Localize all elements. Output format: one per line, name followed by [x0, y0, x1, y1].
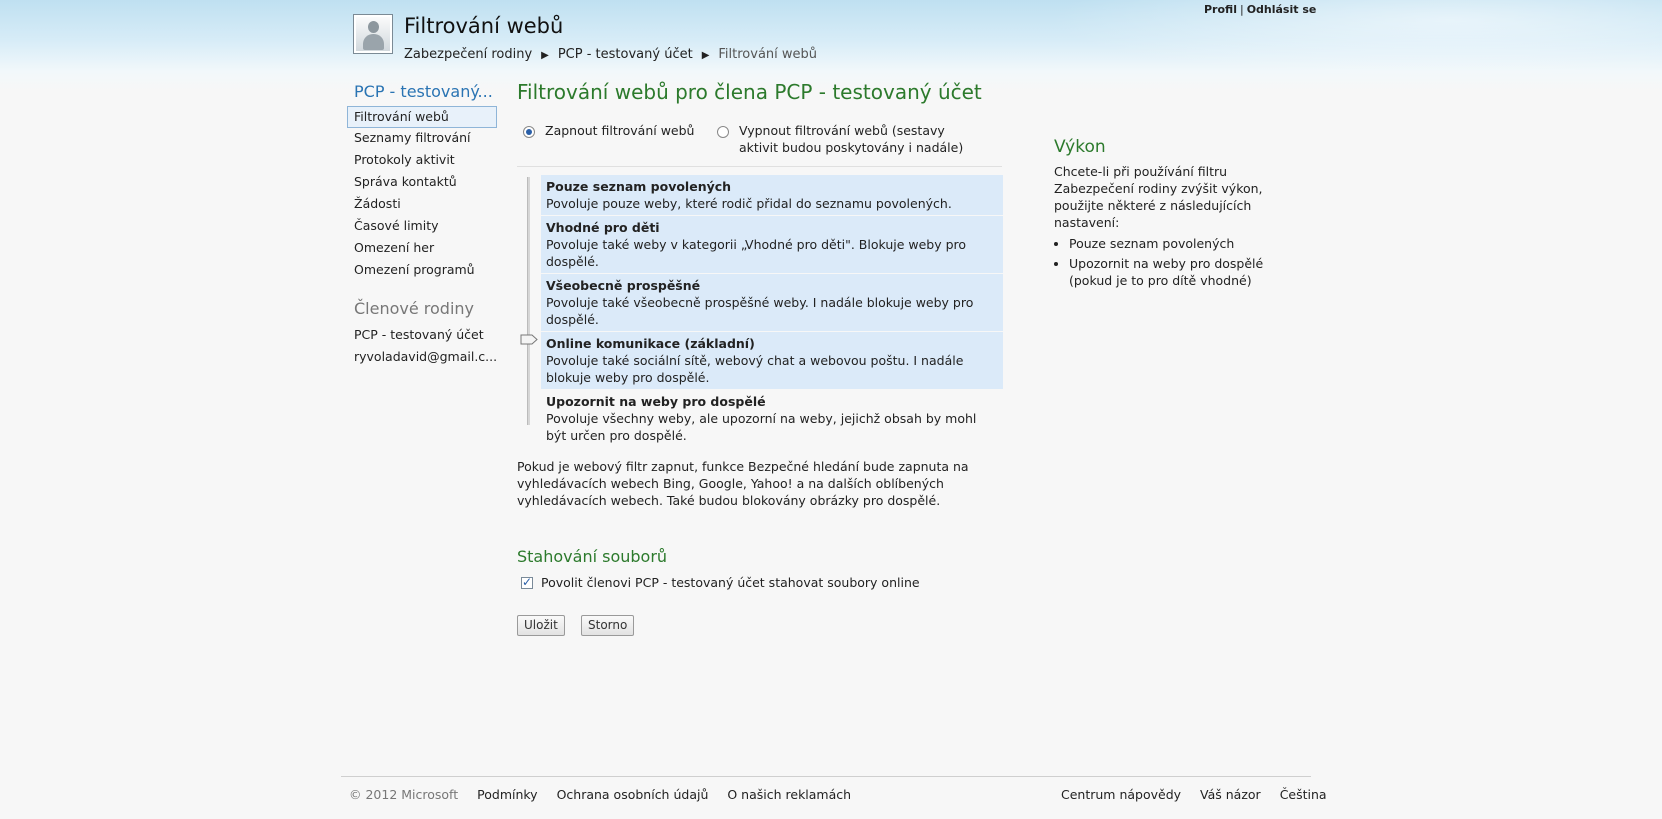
breadcrumb-arrow-icon: ▶ [701, 50, 710, 61]
cancel-button[interactable]: Storno [581, 615, 635, 636]
level-description: Povoluje pouze weby, které rodič přidal … [546, 196, 952, 211]
breadcrumb-account[interactable]: PCP - testovaný účet [558, 47, 693, 62]
footer-right: Centrum nápovědy Váš názor Čeština [1061, 787, 1327, 802]
level-online-communication[interactable]: Online komunikace (základní) Povoluje ta… [541, 332, 1003, 389]
level-description: Povoluje všechny weby, ale upozorní na w… [546, 411, 977, 443]
footer-left: © 2012 Microsoft Podmínky Ochrana osobní… [349, 787, 866, 802]
family-members-heading: Členové rodiny [354, 299, 475, 318]
performance-list: Pouze seznam povolených Upozornit na web… [1054, 235, 1304, 289]
sidebar-item-filter-lists[interactable]: Seznamy filtrování [347, 128, 497, 150]
footer-link-ads[interactable]: O našich reklamách [727, 787, 851, 802]
footer-link-privacy[interactable]: Ochrana osobních údajů [557, 787, 709, 802]
breadcrumb-family-safety[interactable]: Zabezpečení rodiny [404, 47, 532, 62]
sidebar-item-app-restrictions[interactable]: Omezení programů [347, 260, 497, 282]
filter-off-radio[interactable] [717, 126, 729, 138]
footer-link-terms[interactable]: Podmínky [477, 787, 537, 802]
filter-off-label[interactable]: Vypnout filtrování webů (sestavy aktivit… [739, 122, 979, 156]
performance-heading: Výkon [1054, 137, 1106, 157]
main-title: Filtrování webů pro člena PCP - testovan… [517, 80, 982, 104]
level-description: Povoluje také všeobecně prospěšné weby. … [546, 295, 974, 327]
performance-bullet: Pouze seznam povolených [1069, 235, 1304, 252]
sidebar-item-contact-management[interactable]: Správa kontaktů [347, 172, 497, 194]
divider [517, 166, 1002, 167]
top-links: Profil | Odhlásit se [1204, 3, 1317, 16]
filter-toggle-group: Zapnout filtrování webů Vypnout filtrová… [517, 122, 1007, 162]
sidebar-item-requests[interactable]: Žádosti [347, 194, 497, 216]
sidebar-item-web-filtering[interactable]: Filtrování webů [347, 106, 497, 128]
level-general-interest[interactable]: Všeobecně prospěšné Povoluje také všeobe… [541, 274, 1003, 331]
level-title: Online komunikace (základní) [546, 336, 755, 351]
level-title: Pouze seznam povolených [546, 179, 732, 194]
sign-out-link[interactable]: Odhlásit se [1247, 3, 1317, 16]
user-avatar-icon [353, 14, 393, 54]
footer-link-feedback[interactable]: Váš názor [1200, 787, 1261, 802]
sidebar-item-game-restrictions[interactable]: Omezení her [347, 238, 497, 260]
footer-link-help[interactable]: Centrum nápovědy [1061, 787, 1181, 802]
level-title: Všeobecně prospěšné [546, 278, 701, 293]
copyright: © 2012 Microsoft [349, 787, 459, 802]
allow-downloads-label[interactable]: Povolit členovi PCP - testovaný účet sta… [541, 575, 920, 590]
filter-on-radio[interactable] [523, 126, 535, 138]
slider-thumb-icon[interactable] [520, 334, 538, 345]
level-title: Vhodné pro děti [546, 220, 660, 235]
breadcrumb-current: Filtrování webů [718, 47, 818, 62]
level-allow-list-only[interactable]: Pouze seznam povolených Povoluje pouze w… [541, 175, 1003, 215]
allow-downloads-checkbox[interactable] [521, 575, 533, 589]
save-button[interactable]: Uložit [517, 615, 565, 636]
main-content: Filtrování webů pro člena PCP - testovan… [517, 80, 1007, 636]
profile-link[interactable]: Profil [1204, 3, 1237, 16]
performance-bullet: Upozornit na weby pro dospělé (pokud je … [1069, 255, 1304, 289]
performance-panel: Výkon Chcete-li při používání filtru Zab… [1054, 137, 1304, 292]
sidebar: PCP - testovaný... Filtrování webů Sezna… [347, 82, 497, 369]
safe-search-note: Pokud je webový filtr zapnut, funkce Bez… [517, 459, 969, 508]
level-warn-adult[interactable]: Upozornit na weby pro dospělé Povoluje v… [541, 390, 1003, 447]
breadcrumb-arrow-icon: ▶ [541, 50, 549, 61]
level-description: Povoluje také sociální sítě, webový chat… [546, 353, 964, 385]
sidebar-item-activity-logs[interactable]: Protokoly aktivit [347, 150, 497, 172]
filter-level-slider-track[interactable] [527, 177, 530, 425]
level-title: Upozornit na weby pro dospělé [546, 394, 766, 409]
breadcrumb: Zabezpečení rodiny ▶ PCP - testovaný účet ▶… [404, 47, 817, 62]
sidebar-member-2[interactable]: ryvoladavid@gmail.c... [347, 347, 497, 369]
filter-on-label[interactable]: Zapnout filtrování webů [545, 122, 694, 139]
performance-text: Chcete-li při používání filtru Zabezpeče… [1054, 164, 1263, 230]
filter-level-list: Pouze seznam povolených Povoluje pouze w… [541, 175, 1003, 448]
sidebar-item-time-limits[interactable]: Časové limity [347, 216, 497, 238]
footer-divider [341, 776, 1311, 777]
footer-link-language[interactable]: Čeština [1280, 787, 1327, 802]
sidebar-member-1[interactable]: PCP - testovaný účet [347, 325, 497, 347]
page-title: Filtrování webů [404, 14, 564, 38]
level-child-friendly[interactable]: Vhodné pro děti Povoluje také weby v kat… [541, 216, 1003, 273]
header-background [0, 0, 1662, 90]
level-description: Povoluje také weby v kategorii „Vhodné p… [546, 237, 967, 269]
downloads-heading: Stahování souborů [517, 547, 668, 566]
sidebar-account-heading[interactable]: PCP - testovaný... [347, 82, 497, 106]
